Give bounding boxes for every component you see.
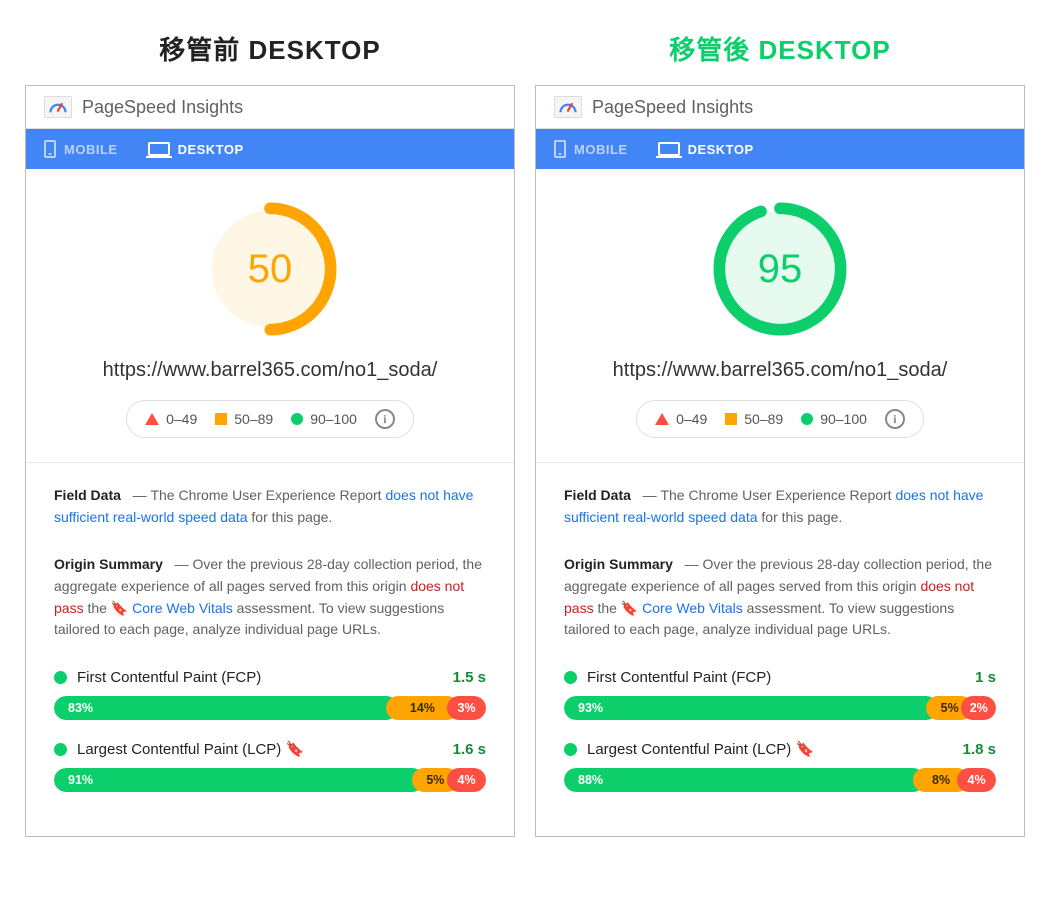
- metrics-list-after: First Contentful Paint (FCP) 1 s 93% 5% …: [536, 663, 1024, 836]
- info-icon[interactable]: i: [375, 409, 395, 429]
- pagespeed-card-after: PageSpeed Insights MOBILE DESKTOP: [535, 85, 1025, 837]
- score-legend: 0–49 50–89 90–100 i: [126, 400, 414, 438]
- column-after: 移管後 DESKTOP PageSpeed Insights MOBILE DE…: [535, 30, 1025, 837]
- score-gauge-after: 95: [710, 199, 850, 339]
- circle-icon: [291, 413, 303, 425]
- legend-avg: 50–89: [215, 411, 273, 427]
- field-data-heading: Field Data: [564, 487, 631, 503]
- mobile-icon: [44, 140, 56, 158]
- metrics-list-before: First Contentful Paint (FCP) 1.5 s 83% 1…: [26, 663, 514, 836]
- bookmark-icon: 🔖: [795, 741, 814, 758]
- score-legend: 0–49 50–89 90–100 i: [636, 400, 924, 438]
- bookmark-icon: 🔖: [285, 741, 304, 758]
- device-tabs: MOBILE DESKTOP: [26, 129, 514, 169]
- legend-avg: 50–89: [725, 411, 783, 427]
- legend-good: 90–100: [801, 411, 867, 427]
- bookmark-icon: 🔖: [621, 600, 638, 616]
- origin-summary-section: Origin Summary — Over the previous 28-da…: [26, 550, 514, 663]
- tab-desktop[interactable]: DESKTOP: [148, 142, 244, 157]
- app-header: PageSpeed Insights: [536, 86, 1024, 129]
- laptop-icon: [658, 142, 680, 156]
- pagespeed-logo-icon: [44, 96, 72, 118]
- score-value: 50: [200, 199, 340, 339]
- metric-fcp: First Contentful Paint (FCP) 1 s 93% 5% …: [564, 669, 996, 720]
- cwv-link[interactable]: Core Web Vitals: [642, 600, 743, 616]
- info-icon[interactable]: i: [885, 409, 905, 429]
- legend-poor: 0–49: [145, 411, 197, 427]
- score-section: 95 https://www.barrel365.com/no1_soda/ 0…: [536, 169, 1024, 462]
- pagespeed-card-before: PageSpeed Insights MOBILE DESKTOP: [25, 85, 515, 837]
- metric-fcp: First Contentful Paint (FCP) 1.5 s 83% 1…: [54, 669, 486, 720]
- circle-icon: [801, 413, 813, 425]
- column-before: 移管前 DESKTOP PageSpeed Insights MOBILE DE…: [25, 30, 515, 837]
- device-tabs: MOBILE DESKTOP: [536, 129, 1024, 169]
- app-title: PageSpeed Insights: [82, 97, 243, 118]
- app-header: PageSpeed Insights: [26, 86, 514, 129]
- distribution-bar: 91% 5% 4%: [54, 768, 486, 792]
- legend-poor: 0–49: [655, 411, 707, 427]
- tested-url: https://www.barrel365.com/no1_soda/: [46, 359, 494, 382]
- pagespeed-logo-icon: [554, 96, 582, 118]
- triangle-icon: [655, 413, 669, 425]
- origin-summary-section: Origin Summary — Over the previous 28-da…: [536, 550, 1024, 663]
- tab-desktop[interactable]: DESKTOP: [658, 142, 754, 157]
- tested-url: https://www.barrel365.com/no1_soda/: [556, 359, 1004, 382]
- mobile-icon: [554, 140, 566, 158]
- field-data-section: Field Data — The Chrome User Experience …: [26, 463, 514, 550]
- status-dot-icon: [54, 743, 67, 756]
- status-dot-icon: [54, 671, 67, 684]
- tab-mobile[interactable]: MOBILE: [44, 140, 118, 158]
- distribution-bar: 88% 8% 4%: [564, 768, 996, 792]
- bookmark-icon: 🔖: [111, 600, 128, 616]
- column-title-before: 移管前 DESKTOP: [25, 30, 515, 67]
- triangle-icon: [145, 413, 159, 425]
- score-value: 95: [710, 199, 850, 339]
- square-icon: [215, 413, 227, 425]
- cwv-link[interactable]: Core Web Vitals: [132, 600, 233, 616]
- field-data-section: Field Data — The Chrome User Experience …: [536, 463, 1024, 550]
- app-title: PageSpeed Insights: [592, 97, 753, 118]
- metric-lcp: Largest Contentful Paint (LCP) 🔖 1.8 s 8…: [564, 740, 996, 792]
- score-gauge-before: 50: [200, 199, 340, 339]
- metric-lcp: Largest Contentful Paint (LCP) 🔖 1.6 s 9…: [54, 740, 486, 792]
- distribution-bar: 83% 14% 3%: [54, 696, 486, 720]
- status-dot-icon: [564, 743, 577, 756]
- tab-mobile[interactable]: MOBILE: [554, 140, 628, 158]
- square-icon: [725, 413, 737, 425]
- origin-heading: Origin Summary: [564, 556, 673, 572]
- score-section: 50 https://www.barrel365.com/no1_soda/ 0…: [26, 169, 514, 462]
- column-title-after: 移管後 DESKTOP: [535, 30, 1025, 67]
- laptop-icon: [148, 142, 170, 156]
- status-dot-icon: [564, 671, 577, 684]
- origin-heading: Origin Summary: [54, 556, 163, 572]
- distribution-bar: 93% 5% 2%: [564, 696, 996, 720]
- legend-good: 90–100: [291, 411, 357, 427]
- field-data-heading: Field Data: [54, 487, 121, 503]
